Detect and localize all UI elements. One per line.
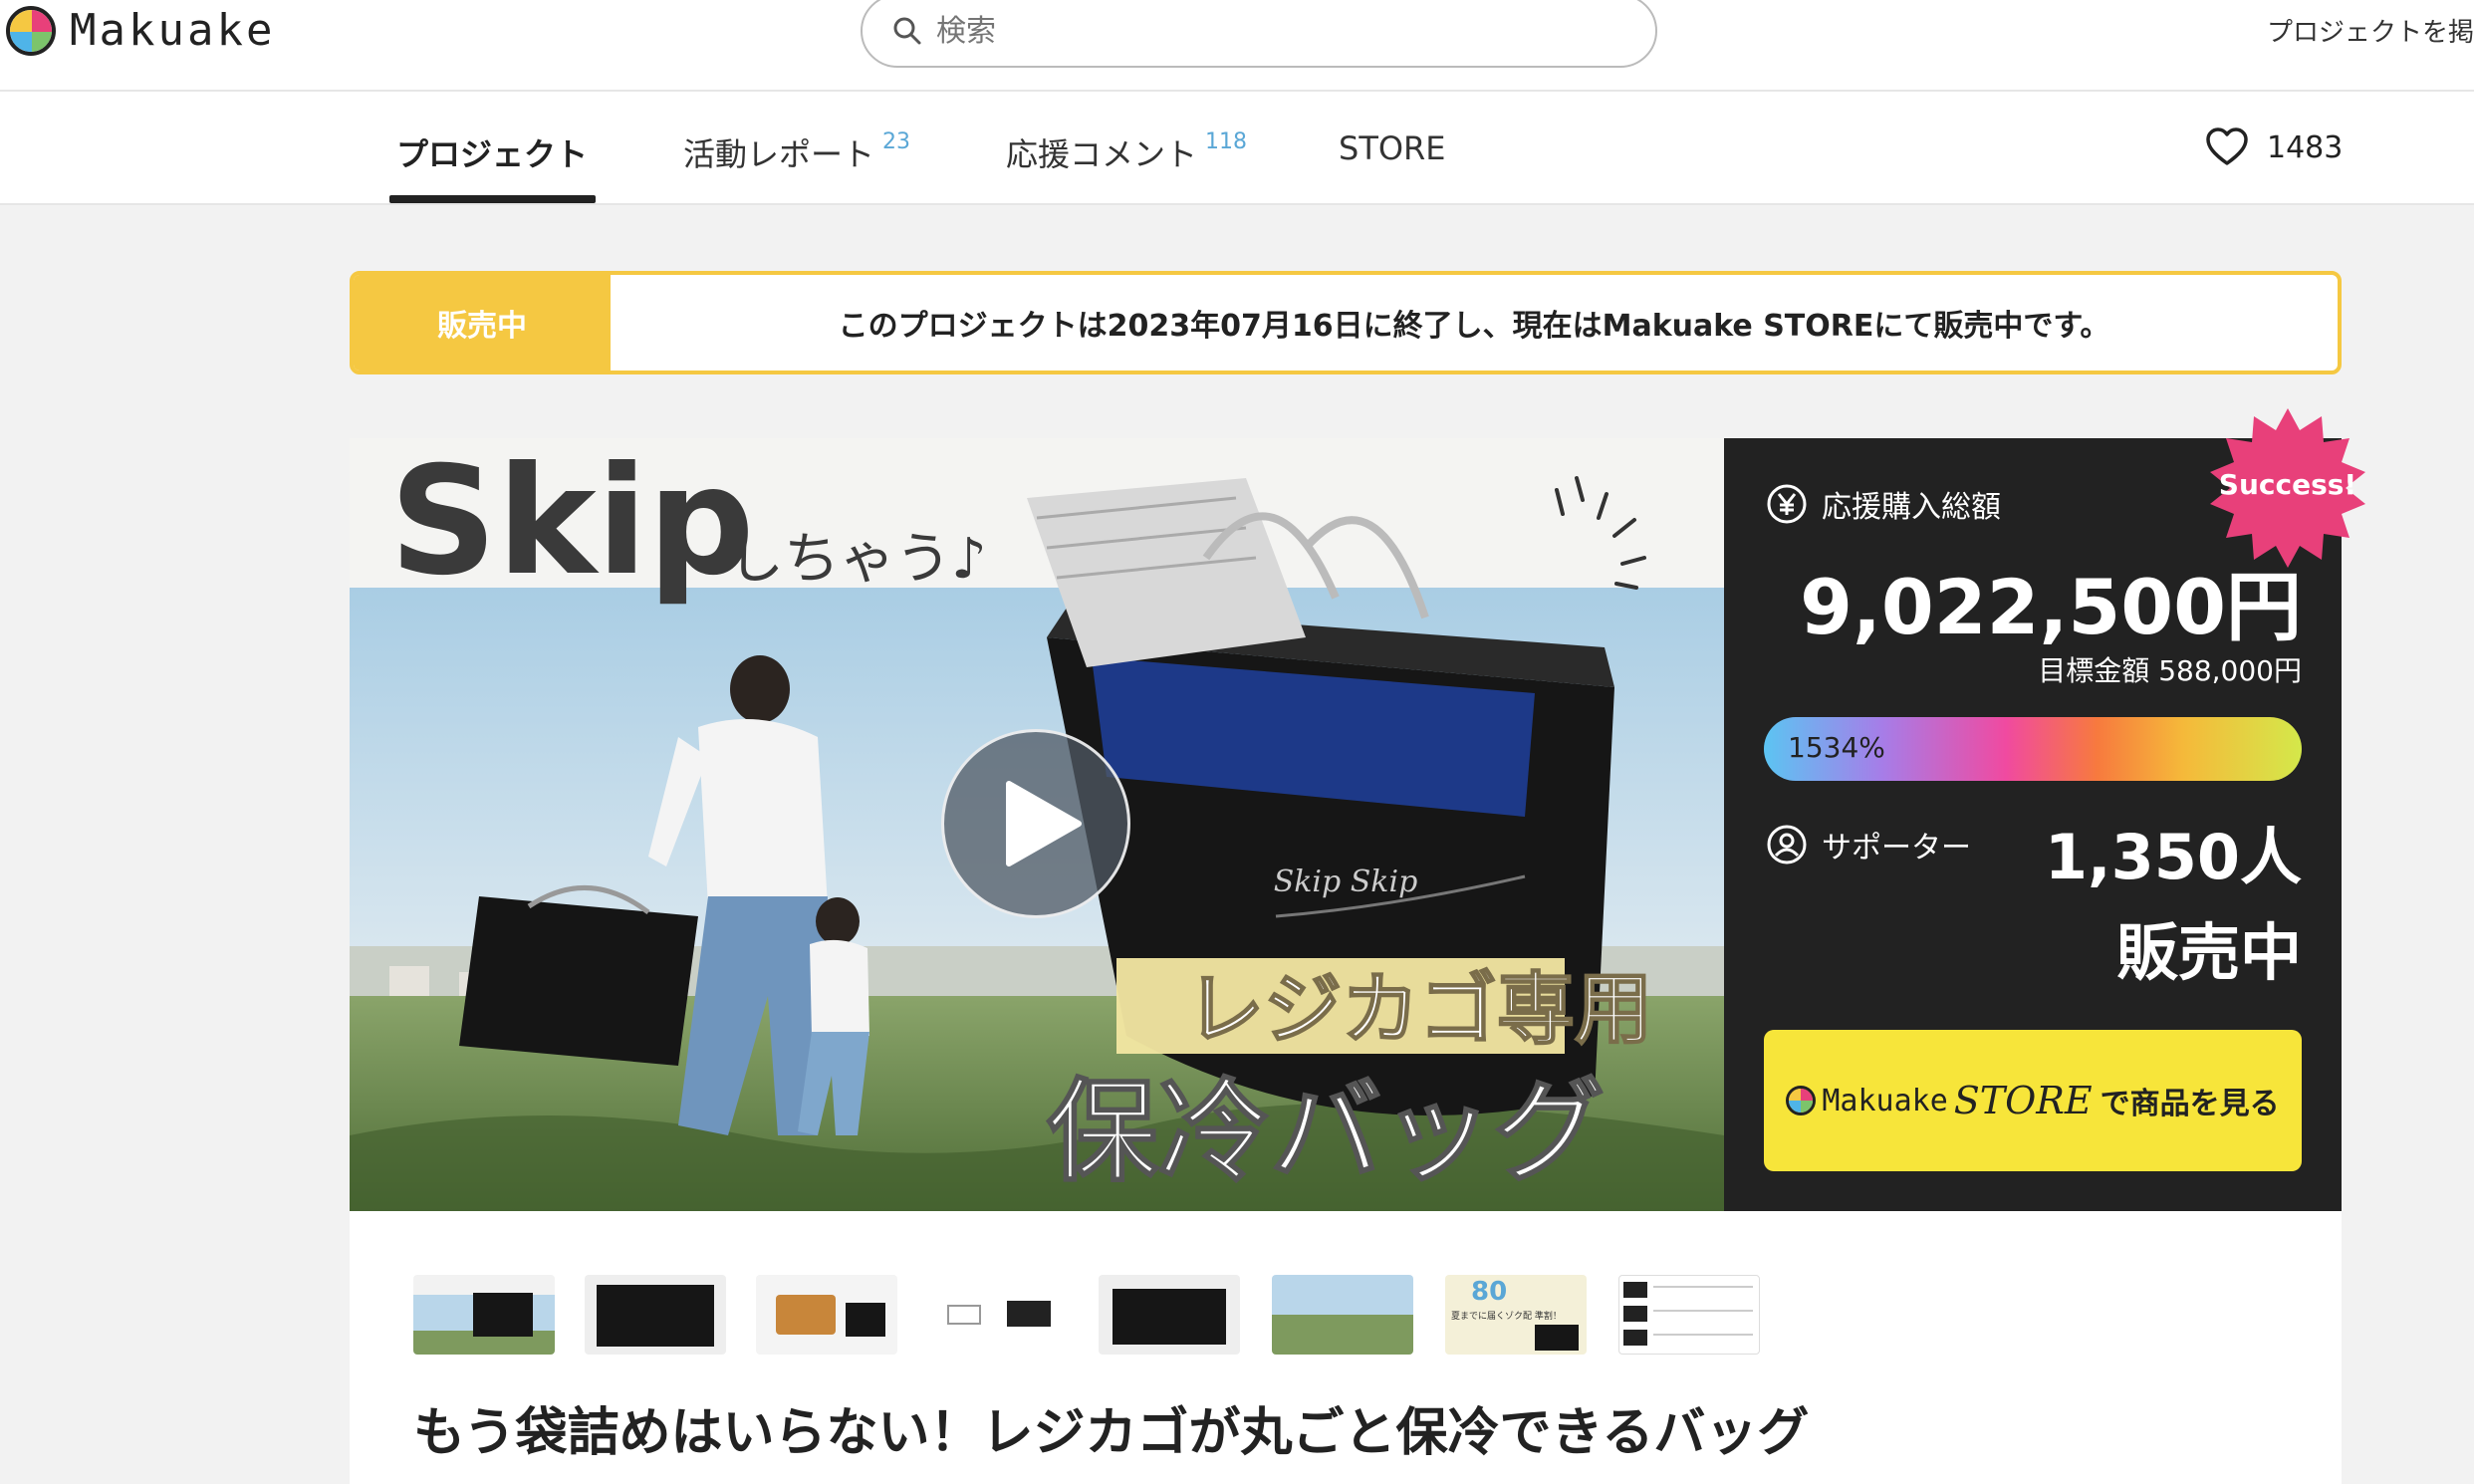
active-tab-indicator: [389, 195, 596, 203]
store-button-suffix: で商品を見る: [2100, 1087, 2280, 1121]
sale-status: 販売中: [2115, 916, 2302, 989]
thumb-price-table[interactable]: [1618, 1275, 1760, 1355]
store-button-brand: Makuake: [1822, 1083, 1948, 1118]
makuake-logo-icon: [6, 5, 56, 56]
store-logo-icon: [1786, 1086, 1817, 1115]
tab-activity-report-label: 活動レポート: [683, 135, 875, 173]
hero-image[interactable]: Skip Skip レジカゴ専用 保冷バッグ Skip しちゃう♪: [350, 438, 1724, 1211]
store-button-store: STORE: [1953, 1079, 2093, 1122]
gallery-section: 80 夏までに届くゾク配 準割！ もう袋詰めはいらない！レジカゴが丸ごと保冷でき…: [350, 1211, 2342, 1484]
tab-activity-report-count: 23: [882, 129, 911, 154]
makuake-logo[interactable]: Makuake: [6, 5, 275, 56]
supporter-icon: [1767, 825, 1807, 865]
tab-comments-label: 応援コメント: [1006, 135, 1198, 173]
funding-panel: Success! 応援購入総額 9,022,500円 目標金額 588,000円…: [1724, 408, 2365, 1211]
yen-icon: [1767, 484, 1807, 524]
funding-label: 応援購入総額: [1822, 490, 2001, 525]
tab-project-label: プロジェクト: [396, 135, 589, 173]
favorite-count: 1483: [2267, 129, 2344, 165]
play-icon: [1006, 781, 1082, 866]
store-button[interactable]: Makuake STORE で商品を見る: [1764, 1030, 2302, 1171]
top-bar: Makuake プロジェクトを掲: [0, 0, 2474, 92]
product-name-text: 保冷バッグ: [1047, 1068, 1605, 1197]
tab-store-label: STORE: [1339, 129, 1446, 167]
tab-store[interactable]: STORE: [1339, 129, 1446, 167]
progress-percent: 1534%: [1788, 731, 1885, 764]
heart-icon: [2206, 127, 2248, 165]
thumb-discount-note: 夏までに届くゾク配 準割！: [1451, 1312, 1562, 1322]
thumb-cart[interactable]: [927, 1275, 1069, 1355]
funding-amount: 9,022,500円: [1800, 563, 2302, 651]
product-label-text: レジカゴ専用: [1186, 965, 1652, 1055]
status-badge: 販売中: [354, 275, 611, 371]
post-project-link[interactable]: プロジェクトを掲: [2267, 12, 2474, 49]
project-title: もう袋詰めはいらない！レジカゴが丸ごと保冷できるバッグ: [413, 1403, 1810, 1463]
status-banner: 販売中 このプロジェクトは2023年07月16日に終了し、現在はMakuake …: [350, 271, 2342, 374]
project-tabs: プロジェクト 活動レポート 23 応援コメント 118 STORE 1483: [0, 92, 2474, 205]
thumb-discount[interactable]: 80 夏までに届くゾク配 準割！: [1445, 1275, 1587, 1355]
status-message: このプロジェクトは2023年07月16日に終了し、現在はMakuake STOR…: [838, 309, 2110, 344]
search-box[interactable]: [861, 0, 1657, 68]
headline-jp: しちゃう♪: [728, 527, 987, 592]
thumb-bag-open[interactable]: [585, 1275, 726, 1355]
tab-comments[interactable]: 応援コメント 118: [1006, 129, 1247, 175]
success-badge: Success!: [2208, 408, 2367, 568]
supporters-count: 1,350人: [2044, 821, 2302, 893]
thumb-outdoor[interactable]: [1272, 1275, 1413, 1355]
search-input[interactable]: [936, 13, 1534, 49]
thumb-food-comparison[interactable]: [756, 1275, 897, 1355]
search-icon: [893, 17, 921, 45]
supporters-row: サポーター: [1766, 823, 1971, 866]
success-badge-text: Success!: [2218, 468, 2357, 501]
tab-project[interactable]: プロジェクト: [396, 129, 588, 175]
funding-label-row: 応援購入総額: [1766, 482, 2001, 526]
tab-activity-report[interactable]: 活動レポート 23: [683, 129, 910, 175]
thumb-bag-side[interactable]: [1099, 1275, 1240, 1355]
headline-en: Skip: [389, 438, 755, 609]
brand-name: Makuake: [70, 5, 276, 56]
video-play-button[interactable]: [941, 729, 1130, 918]
progress-bar: 1534%: [1764, 717, 2302, 781]
bag-logo-text: Skip Skip: [1274, 865, 1418, 899]
supporters-label: サポーター: [1822, 831, 1971, 866]
thumb-hero[interactable]: [413, 1275, 555, 1355]
tab-comments-count: 118: [1205, 129, 1248, 154]
thumb-discount-value: 80: [1471, 1277, 1508, 1307]
favorite-button[interactable]: 1483: [2205, 127, 2343, 167]
goal-amount: 目標金額 588,000円: [2038, 654, 2302, 687]
